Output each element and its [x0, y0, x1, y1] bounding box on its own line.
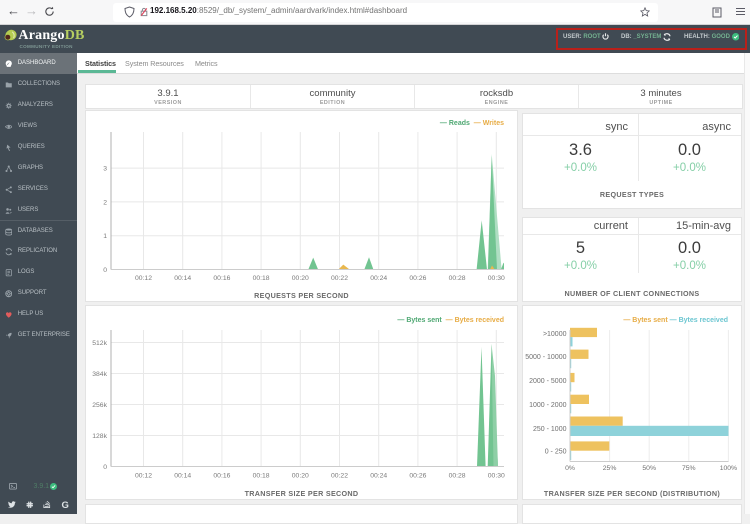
svg-text:2000 - 5000: 2000 - 5000: [529, 378, 566, 385]
svg-text:00:22: 00:22: [331, 275, 348, 282]
svg-text:00:14: 00:14: [174, 473, 191, 480]
svg-text:512k: 512k: [92, 340, 107, 347]
svg-text:00:30: 00:30: [488, 275, 505, 282]
svg-text:1000 - 2000: 1000 - 2000: [529, 402, 566, 409]
svg-text:1: 1: [103, 233, 107, 240]
svg-text:00:22: 00:22: [331, 473, 348, 480]
svg-text:00:16: 00:16: [213, 473, 230, 480]
svg-text:0: 0: [103, 267, 107, 274]
svg-text:00:12: 00:12: [135, 473, 152, 480]
svg-text:25%: 25%: [603, 465, 617, 472]
svg-text:0 - 250: 0 - 250: [545, 448, 567, 455]
svg-text:00:28: 00:28: [449, 473, 466, 480]
svg-text:00:16: 00:16: [213, 275, 230, 282]
svg-text:00:24: 00:24: [370, 473, 387, 480]
svg-text:100%: 100%: [720, 465, 737, 472]
svg-text:384k: 384k: [92, 371, 107, 378]
svg-text:250 - 1000: 250 - 1000: [533, 426, 567, 433]
svg-text:00:26: 00:26: [409, 473, 426, 480]
svg-text:0: 0: [103, 464, 107, 471]
svg-text:75%: 75%: [682, 465, 696, 472]
svg-text:00:28: 00:28: [449, 275, 466, 282]
svg-text:00:18: 00:18: [253, 275, 270, 282]
svg-text:00:12: 00:12: [135, 275, 152, 282]
svg-text:5000 - 10000: 5000 - 10000: [525, 354, 566, 361]
svg-text:3: 3: [103, 166, 107, 173]
svg-text:0%: 0%: [565, 465, 575, 472]
svg-text:2: 2: [103, 199, 107, 206]
svg-text:256k: 256k: [92, 402, 107, 409]
svg-text:00:20: 00:20: [292, 473, 309, 480]
svg-text:00:26: 00:26: [409, 275, 426, 282]
svg-text:00:30: 00:30: [488, 473, 505, 480]
svg-text:00:20: 00:20: [292, 275, 309, 282]
svg-text:00:14: 00:14: [174, 275, 191, 282]
svg-text:50%: 50%: [642, 465, 656, 472]
svg-text:00:24: 00:24: [370, 275, 387, 282]
svg-text:00:18: 00:18: [253, 473, 270, 480]
svg-text:128k: 128k: [92, 433, 107, 440]
svg-text:>10000: >10000: [543, 331, 567, 338]
